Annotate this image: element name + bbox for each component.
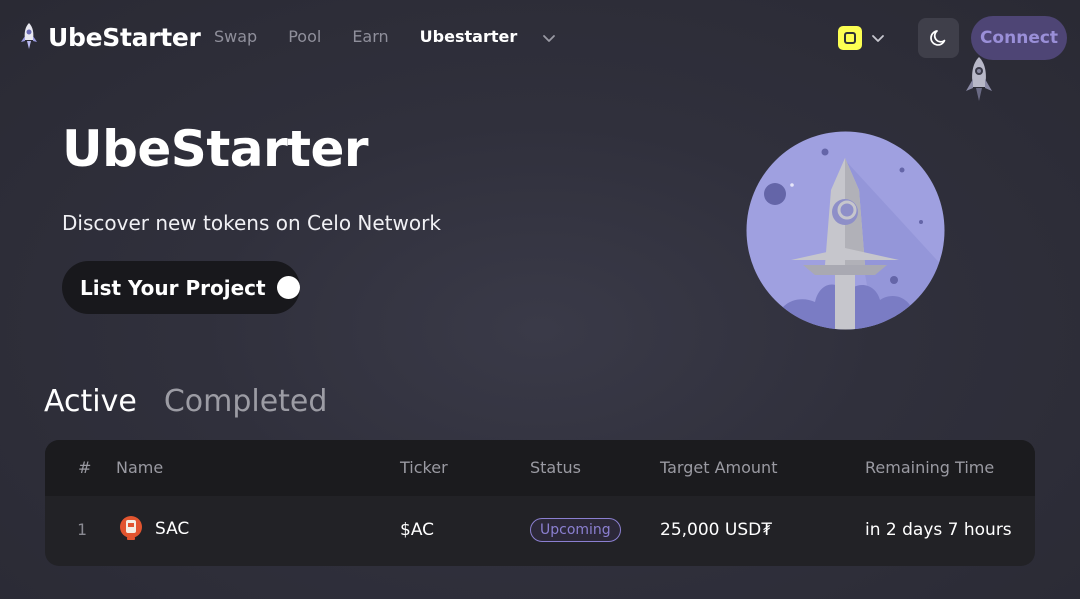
logo[interactable]: UbeStarter <box>18 22 201 52</box>
nav-pool[interactable]: Pool <box>288 27 321 46</box>
list-project-label: List Your Project <box>80 275 266 300</box>
celo-network-icon <box>838 26 862 50</box>
tab-active[interactable]: Active <box>44 384 137 419</box>
row-index: 1 <box>77 520 87 539</box>
chevron-down-icon <box>872 35 884 42</box>
column-header-name[interactable]: Name <box>116 458 163 477</box>
table-row[interactable]: 1 SAC $AC Upcoming 25,000 USD₮ in 2 days… <box>45 496 1035 566</box>
floating-rocket-icon <box>966 57 992 101</box>
status-badge: Upcoming <box>530 518 621 542</box>
main-nav: Swap Pool Earn Ubestarter <box>214 27 557 46</box>
target-amount: 25,000 USD₮ <box>660 520 773 540</box>
column-header-remaining-time[interactable]: Remaining Time <box>865 458 994 477</box>
page-title: UbeStarter <box>62 120 369 178</box>
column-header-target-amount[interactable]: Target Amount <box>660 458 777 477</box>
nav-earn[interactable]: Earn <box>352 27 388 46</box>
project-tabs: Active Completed <box>44 384 327 419</box>
moon-icon <box>929 30 945 46</box>
theme-toggle-button[interactable] <box>918 18 959 58</box>
toggle-dot-icon <box>276 276 300 299</box>
token-icon <box>120 516 142 540</box>
project-ticker: $AC <box>400 520 435 540</box>
column-header-status[interactable]: Status <box>530 458 581 477</box>
project-name-cell: SAC <box>119 515 189 543</box>
column-header-ticker[interactable]: Ticker <box>400 458 448 477</box>
nav-ubestarter[interactable]: Ubestarter <box>420 27 518 46</box>
rocket-logo-icon <box>21 23 37 49</box>
column-header-index: # <box>78 458 92 477</box>
network-selector[interactable] <box>838 26 886 50</box>
project-name: SAC <box>155 519 190 539</box>
table-header: # Name Ticker Status Target Amount Remai… <box>45 440 1035 496</box>
logo-text: UbeStarter <box>48 22 201 52</box>
header: UbeStarter Swap Pool Earn Ubestarter Con… <box>0 0 1080 101</box>
nav-swap[interactable]: Swap <box>214 27 257 46</box>
rocket-illustration <box>746 131 945 330</box>
remaining-time: in 2 days 7 hours <box>865 520 1012 540</box>
projects-table: # Name Ticker Status Target Amount Remai… <box>45 440 1035 566</box>
tab-completed[interactable]: Completed <box>164 384 328 419</box>
connect-button[interactable]: Connect <box>971 16 1067 60</box>
list-project-button[interactable]: List Your Project <box>62 261 300 314</box>
page-subtitle: Discover new tokens on Celo Network <box>62 211 441 235</box>
chevron-down-icon[interactable] <box>541 30 557 46</box>
